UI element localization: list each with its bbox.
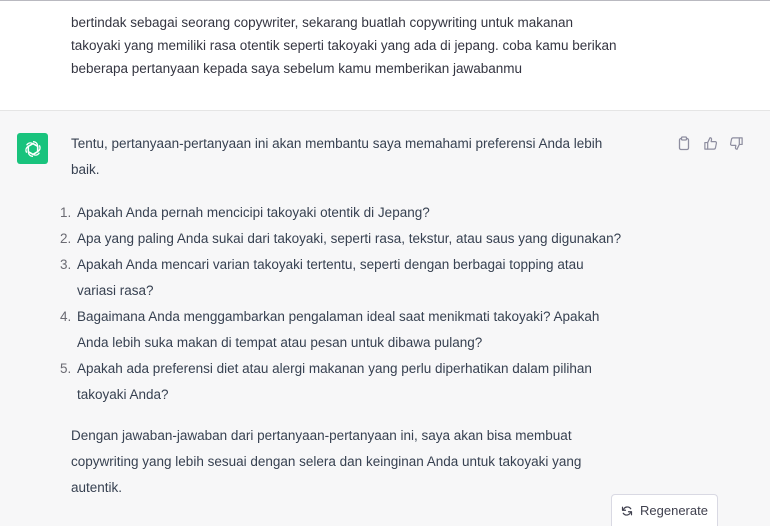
list-item: 4. Bagaimana Anda menggambarkan pengalam… bbox=[57, 304, 657, 356]
list-item-text: Bagaimana Anda menggambarkan pengalaman … bbox=[77, 309, 600, 324]
reply-outro-line: copywriting yang lebih sesuai dengan sel… bbox=[71, 454, 582, 469]
chat-page: bertindak sebagai seorang copywriter, se… bbox=[0, 0, 770, 526]
reply-intro-line: baik. bbox=[71, 162, 100, 177]
reply-intro: Tentu, pertanyaan-pertanyaan ini akan me… bbox=[71, 131, 661, 183]
like-button[interactable] bbox=[702, 135, 718, 151]
list-number: 1. bbox=[60, 205, 72, 220]
list-item-text: Apakah Anda mencari varian takoyaki tert… bbox=[77, 257, 584, 272]
user-message-line: bertindak sebagai seorang copywriter, se… bbox=[71, 15, 574, 30]
message-actions bbox=[676, 135, 744, 151]
reply-outro: Dengan jawaban-jawaban dari pertanyaan-p… bbox=[71, 423, 671, 501]
copy-button[interactable] bbox=[676, 135, 692, 151]
list-item: 3. Apakah Anda mencari varian takoyaki t… bbox=[57, 252, 657, 304]
list-item-text: variasi rasa? bbox=[77, 283, 154, 298]
clipboard-icon bbox=[678, 135, 690, 150]
regenerate-button[interactable]: Regenerate bbox=[611, 494, 718, 526]
list-item-text: Apakah ada preferensi diet atau alergi m… bbox=[77, 361, 592, 376]
list-number: 2. bbox=[60, 231, 72, 246]
user-message-line: beberapa pertanyaan kepada saya sebelum … bbox=[71, 61, 523, 76]
list-item-text: takoyaki Anda? bbox=[77, 387, 169, 402]
dislike-button[interactable] bbox=[728, 135, 744, 151]
openai-logo-icon bbox=[24, 140, 41, 157]
thumbs-down-icon bbox=[729, 136, 743, 150]
question-list: 1. Apakah Anda pernah mencicipi takoyaki… bbox=[57, 200, 657, 408]
list-number: 5. bbox=[60, 361, 72, 376]
list-item-text: Anda lebih suka makan di tempat atau pes… bbox=[77, 335, 483, 350]
refresh-icon bbox=[621, 505, 633, 516]
list-item-text: Apa yang paling Anda sukai dari takoyaki… bbox=[77, 231, 622, 246]
assistant-avatar bbox=[17, 133, 48, 164]
reply-outro-line: autentik. bbox=[71, 480, 123, 495]
list-item: 5. Apakah ada preferensi diet atau alerg… bbox=[57, 356, 657, 408]
list-number: 4. bbox=[60, 309, 72, 324]
list-item-text: Apakah Anda pernah mencicipi takoyaki ot… bbox=[77, 205, 430, 220]
reply-outro-line: Dengan jawaban-jawaban dari pertanyaan-p… bbox=[71, 428, 572, 443]
reply-intro-line: Tentu, pertanyaan-pertanyaan ini akan me… bbox=[71, 136, 603, 151]
user-message: bertindak sebagai seorang copywriter, se… bbox=[0, 1, 770, 111]
list-item: 2. Apa yang paling Anda sukai dari takoy… bbox=[57, 226, 657, 252]
list-item: 1. Apakah Anda pernah mencicipi takoyaki… bbox=[57, 200, 657, 226]
user-message-line: takoyaki yang memiliki rasa otentik sepe… bbox=[71, 38, 617, 53]
thumbs-up-icon bbox=[703, 136, 717, 150]
list-number: 3. bbox=[60, 257, 72, 272]
assistant-message: Tentu, pertanyaan-pertanyaan ini akan me… bbox=[0, 111, 770, 526]
regenerate-label: Regenerate bbox=[640, 503, 708, 518]
user-message-text: bertindak sebagai seorang copywriter, se… bbox=[71, 11, 691, 80]
assistant-reply: Tentu, pertanyaan-pertanyaan ini akan me… bbox=[60, 131, 671, 501]
